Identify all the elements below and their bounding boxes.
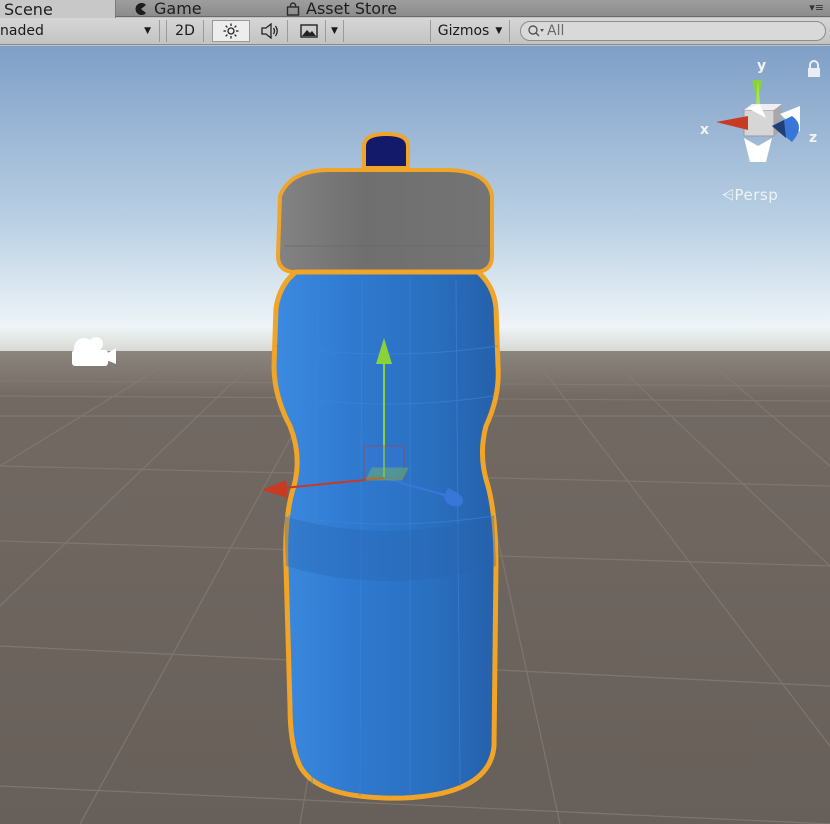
dropdown-arrow-icon: ▼ (331, 26, 338, 36)
tab-game[interactable]: Game (130, 0, 270, 18)
speaker-icon (260, 23, 278, 39)
tab-scene-label: Scene (4, 0, 53, 19)
tab-asset-store[interactable]: Asset Store (282, 0, 442, 18)
dropdown-arrow-icon: ▼ (144, 26, 151, 36)
tab-bar: Scene Game Asset Store ▾≡ (0, 0, 830, 19)
scene-toolbar: naded ▼ 2D ▼ Gizmos ▼ (0, 18, 830, 45)
pacman-icon (135, 2, 146, 15)
bottle-cap (275, 168, 494, 274)
gizmos-label: Gizmos (437, 23, 490, 39)
projection-label: Persp (734, 186, 779, 204)
dropdown-arrow-icon: ▼ (495, 26, 503, 36)
draw-mode-label: naded (0, 23, 44, 39)
2d-toggle-label: 2D (175, 23, 195, 39)
gizmo-x-label: x (700, 122, 709, 138)
scene-viewport[interactable]: y x z ⩤Persp (0, 46, 830, 824)
gizmo-z-label: z (809, 130, 817, 146)
lighting-toggle-button[interactable] (212, 20, 250, 42)
bottle-nozzle (362, 131, 410, 170)
search-input[interactable] (547, 23, 807, 39)
shopping-bag-icon (286, 1, 300, 16)
projection-icon: ⩤ (722, 186, 735, 204)
gizmos-dropdown[interactable]: Gizmos ▼ (430, 20, 510, 42)
sun-icon (223, 23, 239, 39)
tab-asset-store-label: Asset Store (306, 0, 398, 18)
projection-toggle[interactable]: ⩤Persp (722, 186, 778, 204)
tab-scene[interactable]: Scene (0, 0, 116, 19)
gizmo-y-label: y (757, 58, 766, 74)
draw-mode-dropdown[interactable]: naded ▼ (0, 20, 160, 42)
image-icon (299, 24, 318, 38)
tab-menu-icon[interactable]: ▾≡ (809, 1, 824, 14)
hierarchy-search[interactable] (520, 21, 826, 41)
scene-canvas[interactable]: y x z (0, 46, 830, 824)
tab-game-label: Game (154, 0, 202, 18)
audio-toggle-button[interactable] (252, 20, 288, 42)
effects-dropdown-arrow[interactable]: ▼ (326, 20, 344, 42)
search-icon (528, 25, 544, 37)
effects-toggle-button[interactable] (292, 20, 326, 42)
2d-toggle-button[interactable]: 2D (166, 20, 204, 42)
